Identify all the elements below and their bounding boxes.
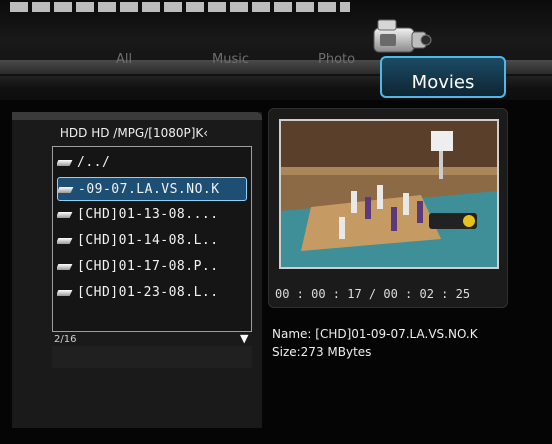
list-item-label: [CHD]01-14-08.L.. xyxy=(77,233,219,248)
top-decoration xyxy=(10,2,350,12)
file-icon xyxy=(57,159,73,166)
tab-movies-label: Movies xyxy=(411,72,475,93)
tab-movies[interactable]: Movies xyxy=(380,56,506,98)
tab-photo[interactable]: Photo xyxy=(318,52,355,67)
list-item-selected[interactable]: -09-07.LA.VS.NO.K xyxy=(57,177,247,201)
top-navigation-bar: All Music Photo Movies xyxy=(0,0,552,100)
list-item-label: [CHD]01-13-08.... xyxy=(77,207,219,222)
list-item-label: /../ xyxy=(77,155,111,170)
list-item[interactable]: [CHD]01-23-08.L.. xyxy=(57,281,247,305)
triangle-down-icon[interactable]: ▼ xyxy=(240,332,248,345)
file-icon xyxy=(58,186,74,193)
tab-music[interactable]: Music xyxy=(212,52,249,67)
page-counter: 2/16 xyxy=(54,334,77,345)
list-footer-shade xyxy=(52,346,252,368)
file-browser-panel: HDD HD /MPG/[1080P]K‹ /../ -09-07.LA.VS.… xyxy=(12,112,262,428)
camera-icon xyxy=(368,14,432,62)
playback-time: 00 : 00 : 17 / 00 : 02 : 25 xyxy=(275,287,471,301)
list-item-label: -09-07.LA.VS.NO.K xyxy=(78,182,220,197)
file-icon xyxy=(57,237,73,244)
file-icon xyxy=(57,211,73,218)
list-item[interactable]: [CHD]01-13-08.... xyxy=(57,203,247,227)
file-details: Name: [CHD]01-09-07.LA.VS.NO.K Size:273 … xyxy=(272,325,478,361)
current-path: HDD HD /MPG/[1080P]K‹ xyxy=(59,126,209,140)
list-item-label: [CHD]01-17-08.P.. xyxy=(77,259,219,274)
video-preview xyxy=(279,119,499,269)
file-icon xyxy=(57,263,73,270)
panel-header-bar xyxy=(12,112,262,120)
list-item[interactable]: [CHD]01-14-08.L.. xyxy=(57,229,247,253)
file-name: Name: [CHD]01-09-07.LA.VS.NO.K xyxy=(272,327,478,341)
list-item[interactable]: [CHD]01-17-08.P.. xyxy=(57,255,247,279)
file-list[interactable]: /../ -09-07.LA.VS.NO.K [CHD]01-13-08....… xyxy=(52,146,252,332)
file-icon xyxy=(57,289,73,296)
file-size: Size:273 MBytes xyxy=(272,345,372,359)
list-item-label: [CHD]01-23-08.L.. xyxy=(77,285,219,300)
list-item-parent[interactable]: /../ xyxy=(57,151,247,175)
tab-all[interactable]: All xyxy=(116,52,132,67)
preview-panel: 00 : 00 : 17 / 00 : 02 : 25 xyxy=(268,108,508,308)
